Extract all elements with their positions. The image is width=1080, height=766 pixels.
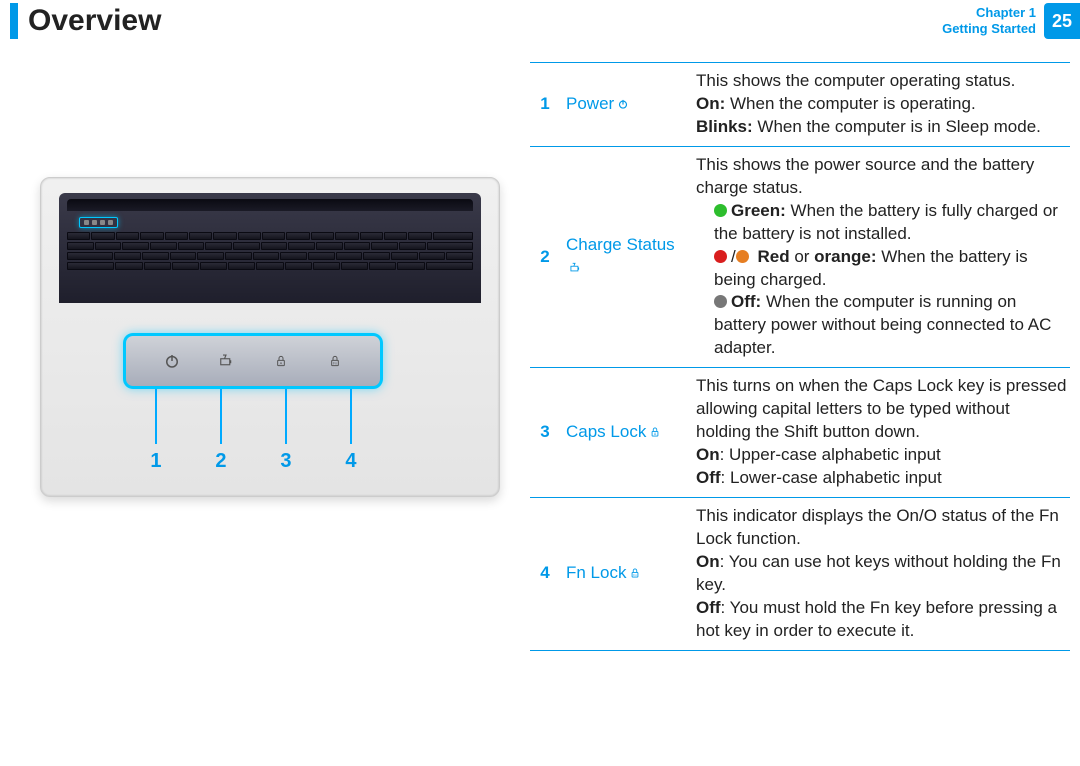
chapter-label: Chapter 1	[942, 5, 1036, 21]
led-zoom-box: A Fn	[123, 333, 383, 389]
page-title: Overview	[28, 4, 942, 38]
row-name: Fn LockFn	[560, 497, 690, 650]
capslock-icon: A	[648, 425, 662, 439]
callout-3: 3	[280, 450, 291, 473]
header-chapter-box: Chapter 1 Getting Started 25	[942, 0, 1080, 42]
row-number: 2	[530, 146, 560, 367]
chapter-label-group: Chapter 1 Getting Started	[942, 5, 1036, 36]
callout-numbers: 1 2 3 4	[123, 444, 383, 473]
red-dot-icon	[714, 250, 727, 263]
table-row: 1 Power This shows the computer operatin…	[530, 63, 1070, 147]
led-charge-icon	[215, 350, 237, 372]
svg-text:Fn: Fn	[333, 362, 337, 366]
row-desc: This indicator displays the On/O status …	[690, 497, 1070, 650]
table-row: 3 Caps LockA This turns on when the Caps…	[530, 368, 1070, 498]
laptop-hinge	[67, 199, 473, 211]
callout-2: 2	[215, 450, 226, 473]
led-fnlock-icon: Fn	[324, 350, 346, 372]
orange-dot-icon	[736, 250, 749, 263]
header-accent-bar	[10, 3, 18, 39]
row-desc: This turns on when the Caps Lock key is …	[690, 368, 1070, 498]
illustration-area: A Fn 1 2 3 4	[30, 62, 510, 651]
row-number: 1	[530, 63, 560, 147]
callout-1: 1	[150, 450, 161, 473]
led-zoom-panel: A Fn 1 2 3 4	[123, 333, 383, 473]
green-dot-icon	[714, 204, 727, 217]
charge-icon	[568, 261, 582, 275]
power-icon	[616, 97, 630, 111]
section-label: Getting Started	[942, 21, 1036, 37]
page-header: Overview Chapter 1 Getting Started 25	[0, 0, 1080, 42]
page-number-badge: 25	[1044, 3, 1080, 39]
indicator-table: 1 Power This shows the computer operatin…	[530, 62, 1070, 651]
fnlock-icon: Fn	[628, 566, 642, 580]
svg-text:A: A	[279, 361, 282, 366]
table-row: 2 Charge Status This shows the power sou…	[530, 146, 1070, 367]
svg-text:A: A	[654, 432, 657, 436]
row-name: Caps LockA	[560, 368, 690, 498]
led-strip-highlight	[79, 217, 118, 228]
row-number: 4	[530, 497, 560, 650]
content-area: A Fn 1 2 3 4	[0, 42, 1080, 651]
row-name: Charge Status	[560, 146, 690, 367]
keyboard-top-view	[59, 193, 481, 303]
table-row: 4 Fn LockFn This indicator displays the …	[530, 497, 1070, 650]
row-desc: This shows the power source and the batt…	[690, 146, 1070, 367]
led-power-icon	[161, 350, 183, 372]
row-name: Power	[560, 63, 690, 147]
svg-text:Fn: Fn	[634, 573, 638, 577]
laptop-illustration: A Fn 1 2 3 4	[40, 177, 500, 497]
callout-4: 4	[345, 450, 356, 473]
keyboard-keys	[67, 232, 473, 270]
row-desc: This shows the computer operating status…	[690, 63, 1070, 147]
callout-pointer-lines	[123, 389, 383, 444]
led-capslock-icon: A	[270, 350, 292, 372]
gray-dot-icon	[714, 295, 727, 308]
row-number: 3	[530, 368, 560, 498]
